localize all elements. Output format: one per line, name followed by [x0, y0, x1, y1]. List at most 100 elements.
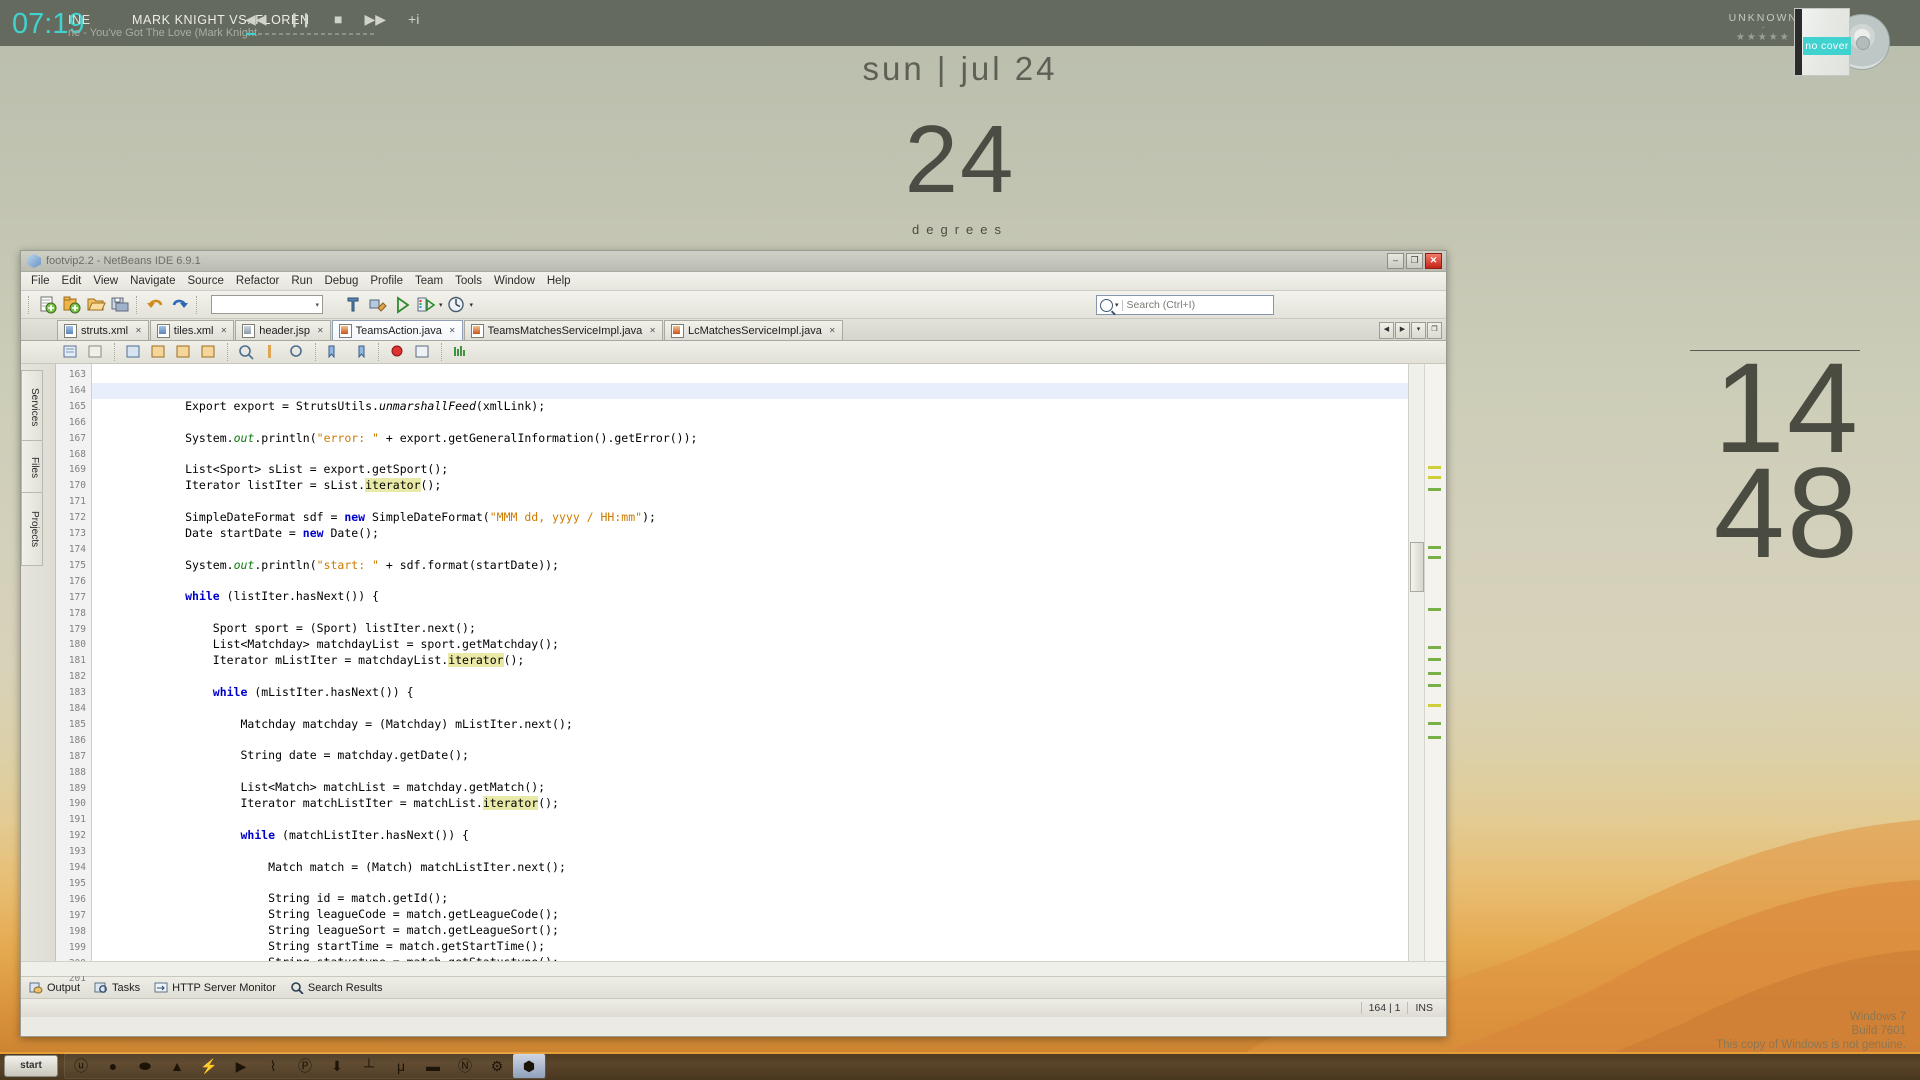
- code-line[interactable]: Sport sport = (Sport) listIter.next();: [92, 621, 1446, 637]
- close-icon[interactable]: ✕: [829, 326, 836, 335]
- photoshop-icon[interactable]: Ⓟ: [289, 1054, 321, 1078]
- code-line[interactable]: Iterator mListIter = matchdayList.iterat…: [92, 653, 1446, 669]
- minimize-button[interactable]: –: [1387, 253, 1404, 269]
- menu-navigate[interactable]: Navigate: [124, 274, 181, 288]
- uncomment-icon[interactable]: [199, 342, 220, 363]
- media-controls[interactable]: ◀◀ ❙❙ ■ ▶▶ +i: [245, 12, 419, 26]
- menu-help[interactable]: Help: [541, 274, 577, 288]
- back-icon[interactable]: [86, 342, 107, 363]
- menu-source[interactable]: Source: [181, 274, 229, 288]
- code-line[interactable]: [92, 876, 1446, 892]
- tab-scroll-left-button[interactable]: ◀: [1379, 322, 1394, 339]
- code-line[interactable]: System.out.println("error: " + export.ge…: [92, 431, 1446, 447]
- toggle-bookmark-icon[interactable]: [325, 342, 346, 363]
- menu-tools[interactable]: Tools: [449, 274, 488, 288]
- project-config-combo[interactable]: ▾: [211, 295, 323, 314]
- last-edit-icon[interactable]: [61, 342, 82, 363]
- album-art-widget[interactable]: no cover: [1794, 8, 1890, 76]
- tab-navigation-buttons[interactable]: ◀ ▶ ▾ ❐: [1379, 322, 1442, 339]
- code-line[interactable]: [92, 844, 1446, 860]
- code-line[interactable]: [92, 542, 1446, 558]
- code-line[interactable]: Iterator listIter = sList.iterator();: [92, 478, 1446, 494]
- main-toolbar[interactable]: ▾ ▾ ▾ ▾ Search (Ctrl+I): [21, 291, 1446, 319]
- code-line[interactable]: [92, 574, 1446, 590]
- prev-icon[interactable]: ◀◀: [245, 12, 267, 26]
- start-button[interactable]: start: [4, 1055, 58, 1077]
- editor-tab-lcmatchesserviceimpl-java[interactable]: LcMatchesServiceImpl.java ✕: [663, 320, 843, 340]
- player-icon[interactable]: ▶: [225, 1054, 257, 1078]
- notes-icon[interactable]: Ⓝ: [449, 1054, 481, 1078]
- code-content[interactable]: Export export = StrutsUtils.unmarshallFe…: [92, 364, 1446, 961]
- utorrent-icon[interactable]: μ: [385, 1054, 417, 1078]
- find-selection-icon[interactable]: [262, 342, 283, 363]
- code-line[interactable]: [92, 382, 1446, 399]
- code-line[interactable]: String id = match.getId();: [92, 891, 1446, 907]
- shift-right-icon[interactable]: [149, 342, 170, 363]
- code-line[interactable]: [92, 494, 1446, 510]
- media-progress-bar[interactable]: [246, 33, 376, 36]
- close-icon[interactable]: ✕: [221, 326, 228, 335]
- pause-icon[interactable]: ❙❙: [289, 12, 312, 26]
- editor-tab-tiles-xml[interactable]: tiles.xml ✕: [149, 320, 235, 340]
- code-line[interactable]: [92, 669, 1446, 685]
- redo-icon[interactable]: [169, 294, 190, 315]
- menu-profile[interactable]: Profile: [364, 274, 409, 288]
- new-watch-icon[interactable]: [413, 342, 434, 363]
- menu-run[interactable]: Run: [285, 274, 318, 288]
- camera-icon[interactable]: ▬: [417, 1054, 449, 1078]
- editor-tab-teamsmatchesserviceimpl-java[interactable]: TeamsMatchesServiceImpl.java ✕: [463, 320, 663, 340]
- search-field[interactable]: ▾ Search (Ctrl+I): [1096, 295, 1274, 315]
- monitor-icon[interactable]: ⌇: [257, 1054, 289, 1078]
- info-icon[interactable]: +i: [408, 12, 419, 26]
- editor-tab-teamsaction-java[interactable]: TeamsAction.java ✕: [331, 320, 463, 340]
- menu-view[interactable]: View: [87, 274, 124, 288]
- menu-refactor[interactable]: Refactor: [230, 274, 285, 288]
- menu-bar[interactable]: File Edit View Navigate Source Refactor …: [21, 272, 1446, 291]
- tab-scroll-right-button[interactable]: ▶: [1395, 322, 1410, 339]
- close-icon[interactable]: ✕: [649, 326, 656, 335]
- inspect-members-icon[interactable]: [451, 342, 472, 363]
- code-line[interactable]: [92, 415, 1446, 431]
- debug-icon[interactable]: [415, 294, 436, 315]
- next-icon[interactable]: ▶▶: [364, 12, 386, 26]
- chevron-down-icon[interactable]: ▾: [315, 301, 319, 309]
- code-line[interactable]: System.out.println("start: " + sdf.forma…: [92, 558, 1446, 574]
- code-line[interactable]: List<Matchday> matchdayList = sport.getM…: [92, 637, 1446, 653]
- window-title-bar[interactable]: footvip2.2 - NetBeans IDE 6.9.1 – ❐ ✕: [21, 251, 1446, 272]
- aimp-icon[interactable]: ▲: [161, 1054, 193, 1078]
- tab-list-button[interactable]: ▾: [1411, 322, 1426, 339]
- shift-left-icon[interactable]: [124, 342, 145, 363]
- clean-build-icon[interactable]: [367, 294, 388, 315]
- code-line[interactable]: List<Match> matchList = matchday.getMatc…: [92, 780, 1446, 796]
- stop-icon[interactable]: ■: [334, 12, 342, 26]
- code-line[interactable]: while (listIter.hasNext()) {: [92, 589, 1446, 605]
- error-stripe-bar[interactable]: [1424, 364, 1446, 961]
- find-next-icon[interactable]: [287, 342, 308, 363]
- comment-icon[interactable]: [174, 342, 195, 363]
- code-line[interactable]: String leagueSort = match.getLeagueSort(…: [92, 923, 1446, 939]
- opera-icon[interactable]: ⬬: [129, 1054, 161, 1078]
- code-line[interactable]: Iterator matchListIter = matchList.itera…: [92, 796, 1446, 812]
- netbeans-window[interactable]: footvip2.2 - NetBeans IDE 6.9.1 – ❐ ✕ Fi…: [20, 250, 1447, 1037]
- scrollbar-thumb[interactable]: [1410, 542, 1424, 592]
- new-file-icon[interactable]: [37, 294, 58, 315]
- code-line[interactable]: String leagueCode = match.getLeagueCode(…: [92, 907, 1446, 923]
- filezilla-icon[interactable]: ┴: [353, 1054, 385, 1078]
- open-project-icon[interactable]: [85, 294, 106, 315]
- code-line[interactable]: String startTime = match.getStartTime();: [92, 939, 1446, 955]
- bottom-tab-tasks[interactable]: Tasks: [94, 981, 140, 994]
- sidebar-item-projects[interactable]: Projects: [21, 492, 43, 566]
- editor-toolbar[interactable]: [21, 341, 1446, 364]
- left-docking-bar[interactable]: Services Files Projects: [21, 364, 56, 961]
- code-editor[interactable]: Services Files Projects 163 164 165 166 167 1…: [21, 364, 1446, 984]
- code-line[interactable]: [92, 732, 1446, 748]
- editor-tab-struts-xml[interactable]: struts.xml ✕: [57, 320, 149, 340]
- sidebar-item-services[interactable]: Services: [21, 370, 43, 444]
- code-line[interactable]: [92, 605, 1446, 621]
- menu-team[interactable]: Team: [409, 274, 449, 288]
- close-icon[interactable]: ✕: [449, 326, 456, 335]
- menu-file[interactable]: File: [25, 274, 56, 288]
- maximize-button[interactable]: ❐: [1406, 253, 1423, 269]
- code-line[interactable]: while (matchListIter.hasNext()) {: [92, 828, 1446, 844]
- code-line[interactable]: [92, 812, 1446, 828]
